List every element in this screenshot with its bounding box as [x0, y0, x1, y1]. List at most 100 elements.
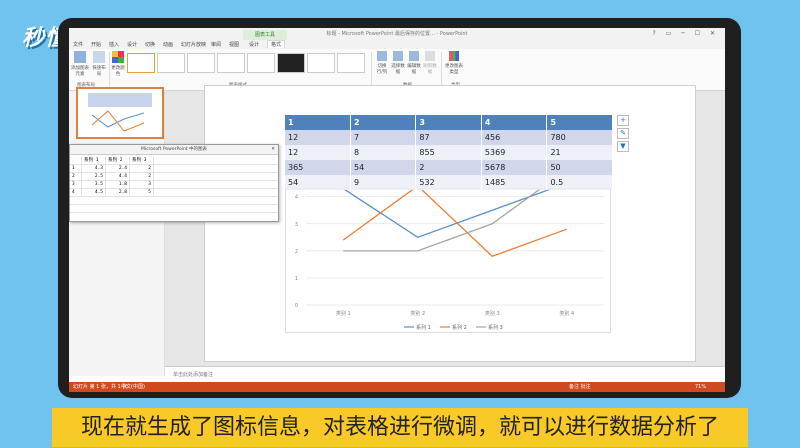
table-cell[interactable]: 456	[481, 130, 548, 145]
y-tick-label: 1	[295, 276, 298, 282]
chart-filters-button[interactable]: ▼	[617, 141, 629, 152]
select-data-button[interactable]: 选择数据	[391, 51, 405, 75]
edit-data-icon	[409, 51, 419, 61]
context-tab-chart-tools: 图表工具	[243, 30, 287, 40]
tab-review[interactable]: 审阅	[211, 41, 221, 48]
change-colors-button[interactable]: 更改颜色	[111, 51, 125, 77]
excel-cell[interactable]: 3	[70, 181, 82, 189]
chart-style-6[interactable]	[277, 53, 305, 73]
chart-style-5[interactable]	[247, 53, 275, 73]
table-cell[interactable]: 1	[285, 115, 351, 130]
table-cell[interactable]: 4	[481, 115, 548, 130]
tab-chart-format[interactable]: 格式	[267, 40, 286, 48]
tab-transitions[interactable]: 切换	[145, 41, 155, 48]
excel-cell[interactable]: 2	[130, 173, 154, 181]
excel-cell[interactable]: 3.5	[82, 181, 106, 189]
excel-cell[interactable]: 2.5	[82, 173, 106, 181]
excel-data-window[interactable]: Microsoft PowerPoint 中的图表 ✕ 系列 1 系列 2 系列…	[69, 144, 279, 222]
excel-cell[interactable]: 2.4	[106, 165, 130, 173]
table-cell[interactable]: 3	[415, 115, 482, 130]
table-cell[interactable]: 12	[285, 130, 351, 145]
quick-layout-button[interactable]: 快速布局	[91, 51, 107, 77]
tab-animations[interactable]: 动画	[163, 41, 173, 48]
switch-row-column-button[interactable]: 切换行/列	[375, 51, 389, 75]
table-cell[interactable]: 5369	[481, 145, 548, 160]
table-cell[interactable]: 0.5	[546, 175, 613, 190]
excel-cell[interactable]: 3	[130, 181, 154, 189]
tab-home[interactable]: 开始	[91, 41, 101, 48]
x-tick-label: 类别 2	[410, 310, 425, 317]
window-title: 标题 - Microsoft PowerPoint 最后保存的位置… - Pow…	[69, 28, 725, 40]
table-cell[interactable]: 2	[415, 160, 482, 175]
table-row: 365 54 2 5678 50	[285, 160, 613, 175]
tab-chart-design[interactable]: 设计	[249, 41, 259, 48]
edit-data-button[interactable]: 编辑数据	[407, 51, 421, 75]
chart-style-1[interactable]	[127, 53, 155, 73]
table-cell[interactable]: 532	[415, 175, 482, 190]
table-cell[interactable]: 8	[350, 145, 417, 160]
table-cell[interactable]: 5678	[481, 160, 548, 175]
excel-cell[interactable]: 4.4	[106, 173, 130, 181]
table-cell[interactable]: 54	[285, 175, 351, 190]
table-cell[interactable]: 5	[546, 115, 613, 130]
chart-style-4[interactable]	[217, 53, 245, 73]
excel-cell[interactable]: 系列 1	[82, 157, 106, 165]
legend-label: 系列 1	[416, 324, 431, 331]
legend-label: 系列 2	[452, 324, 467, 331]
excel-cell[interactable]: 2	[130, 165, 154, 173]
table-cell[interactable]: 9	[350, 175, 417, 190]
refresh-data-button[interactable]: 刷新数据	[423, 51, 437, 75]
excel-cell[interactable]: 4.3	[82, 165, 106, 173]
slide-thumbnail-1[interactable]	[76, 87, 164, 139]
table-cell[interactable]: 50	[546, 160, 613, 175]
close-icon[interactable]: ✕	[271, 145, 275, 155]
table-row: 12 7 87 456 780	[285, 130, 613, 145]
change-chart-type-button[interactable]: 更改图表类型	[445, 51, 463, 75]
add-chart-element-button[interactable]: 添加图表元素	[71, 51, 89, 77]
excel-cell[interactable]: 2.8	[106, 189, 130, 197]
status-slide-count: 幻灯片 第 1 张，共 1 张	[73, 384, 128, 390]
table-cell[interactable]: 21	[546, 145, 613, 160]
excel-cell[interactable]: 系列 3	[130, 157, 154, 165]
notes-pane[interactable]: 单击此处添加备注	[165, 366, 725, 381]
chart-elements-button[interactable]: +	[617, 115, 629, 126]
table-row: 54 9 532 1485 0.5	[285, 175, 613, 190]
line-chart[interactable]: 图表标题01234类别 1类别 2类别 3类别 4系列 1系列 2系列 3	[285, 169, 611, 333]
table-cell[interactable]: 7	[350, 130, 417, 145]
excel-cell[interactable]: 4.5	[82, 189, 106, 197]
excel-cell[interactable]: 系列 2	[106, 157, 130, 165]
excel-row: 4 4.5 2.8 5	[70, 189, 278, 197]
chart-type-icon	[449, 51, 459, 61]
chart-styles-button[interactable]: ✎	[617, 128, 629, 139]
chart-svg: 图表标题01234类别 1类别 2类别 3类别 4系列 1系列 2系列 3	[295, 169, 604, 331]
excel-cell[interactable]: 2	[70, 173, 82, 181]
zoom-level[interactable]: 71%	[695, 382, 706, 392]
table-cell[interactable]: 2	[350, 115, 417, 130]
table-cell[interactable]: 780	[546, 130, 613, 145]
chart-style-8[interactable]	[337, 53, 365, 73]
tab-view[interactable]: 视图	[229, 41, 239, 48]
excel-cell[interactable]: 1	[70, 165, 82, 173]
table-cell[interactable]: 365	[285, 160, 351, 175]
table-cell[interactable]: 1485	[481, 175, 548, 190]
excel-cell[interactable]: 4	[70, 189, 82, 197]
tab-slideshow[interactable]: 幻灯片放映	[181, 41, 206, 48]
status-notes-comments[interactable]: 备注 批注	[569, 382, 591, 392]
excel-cell[interactable]	[70, 157, 82, 165]
window-controls[interactable]: ? ▭ ─ ☐ ✕	[652, 30, 719, 37]
chart-style-7[interactable]	[307, 53, 335, 73]
table-cell[interactable]: 855	[415, 145, 482, 160]
x-tick-label: 类别 4	[559, 310, 574, 317]
tab-design[interactable]: 设计	[127, 41, 137, 48]
table-cell[interactable]: 54	[350, 160, 417, 175]
table-cell[interactable]: 87	[415, 130, 482, 145]
y-tick-label: 2	[295, 249, 298, 255]
tab-file[interactable]: 文件	[73, 41, 83, 48]
table-cell[interactable]: 12	[285, 145, 351, 160]
chart-style-3[interactable]	[187, 53, 215, 73]
excel-cell[interactable]: 1.8	[106, 181, 130, 189]
tab-insert[interactable]: 插入	[109, 41, 119, 48]
chart-style-2[interactable]	[157, 53, 185, 73]
excel-cell[interactable]: 5	[130, 189, 154, 197]
slide-data-table[interactable]: 1 2 3 4 5 12 7 87 456 780 12 8 855 5369 …	[285, 115, 613, 190]
